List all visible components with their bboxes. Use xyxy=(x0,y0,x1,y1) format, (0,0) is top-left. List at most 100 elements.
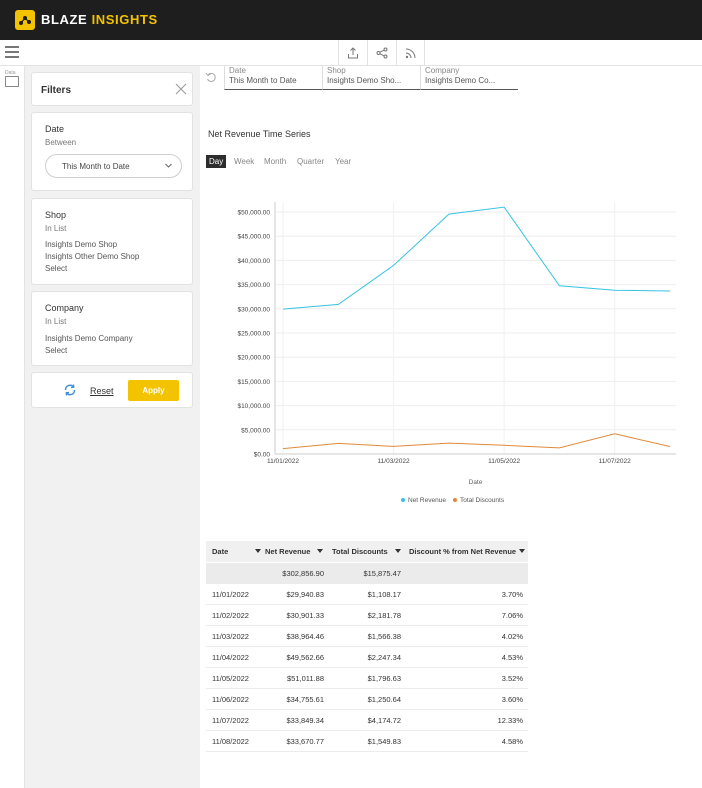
table-row: 11/04/2022 $49,562.66 $2,247.34 4.53% xyxy=(206,647,528,668)
tab-month[interactable]: Month xyxy=(264,155,286,168)
y-tick-label: $30,000.00 xyxy=(237,306,270,313)
table-totals-row: $302,856.90 $15,875.47 xyxy=(206,563,528,584)
column-header[interactable]: Date xyxy=(212,541,228,562)
tab-week[interactable]: Week xyxy=(234,155,254,168)
reset-button[interactable]: Reset xyxy=(90,386,114,396)
toolbar xyxy=(0,40,702,66)
share-button[interactable] xyxy=(367,40,396,66)
y-tick-label: $5,000.00 xyxy=(241,427,270,434)
y-tick-label: $25,000.00 xyxy=(237,331,270,338)
table-cell: 4.53% xyxy=(501,653,523,662)
export-icon xyxy=(348,47,358,59)
param-label: Shop xyxy=(327,66,346,75)
table-cell: 12.33% xyxy=(497,716,523,725)
table-cell: $33,670.77 xyxy=(286,737,324,746)
table-cell: $34,755.61 xyxy=(286,695,324,704)
table-cell: $4,174.72 xyxy=(367,716,401,725)
series-line-total-discounts xyxy=(282,433,671,450)
table-row: 11/08/2022 $33,670.77 $1,549.83 4.58% xyxy=(206,731,528,752)
table-row: 11/06/2022 $34,755.61 $1,250.64 3.60% xyxy=(206,689,528,710)
sort-arrow-icon[interactable] xyxy=(519,549,525,553)
table-cell: 3.52% xyxy=(501,674,523,683)
share-icon xyxy=(376,47,388,59)
legend-marker xyxy=(453,498,457,502)
shop-filter-item[interactable]: Insights Demo Shop xyxy=(45,239,117,251)
company-filter-operator: In List xyxy=(45,317,67,326)
table-cell: 11/06/2022 xyxy=(212,695,249,704)
table-cell: 11/08/2022 xyxy=(212,737,249,746)
table-cell: $49,562.66 xyxy=(286,653,324,662)
shop-filter-operator: In List xyxy=(45,224,67,233)
x-axis-label: Date xyxy=(469,479,483,486)
param-company[interactable]: Company Insights Demo Co... xyxy=(420,66,518,90)
y-tick-label: $10,000.00 xyxy=(237,403,270,410)
close-icon[interactable] xyxy=(175,83,187,95)
top-bar: BLAZE INSIGHTS xyxy=(0,0,702,40)
x-tick-label: 11/01/2022 xyxy=(267,458,299,465)
sort-arrow-icon[interactable] xyxy=(255,549,261,553)
shop-filter-item[interactable]: Insights Other Demo Shop xyxy=(45,251,139,263)
filters-title: Filters xyxy=(41,85,72,96)
total-cell xyxy=(212,563,257,584)
date-range-selected: This Month to Date xyxy=(62,162,130,171)
table-cell: $33,849.34 xyxy=(286,716,324,725)
table-cell: 3.70% xyxy=(501,590,523,599)
menu-icon[interactable] xyxy=(5,46,19,58)
company-filter-card: Company In List Insights Demo Company Se… xyxy=(31,291,193,366)
total-cell: $15,875.47 xyxy=(363,569,401,578)
company-filter-item[interactable]: Insights Demo Company xyxy=(45,333,133,345)
company-filter-title: Company xyxy=(45,303,84,313)
data-folder-icon[interactable] xyxy=(5,76,19,87)
param-date[interactable]: Date This Month to Date xyxy=(224,66,322,90)
sort-arrow-icon[interactable] xyxy=(317,549,323,553)
table-cell: $51,011.88 xyxy=(287,674,324,683)
legend-label: Total Discounts xyxy=(460,497,505,504)
y-tick-label: $15,000.00 xyxy=(237,379,270,386)
table-header-row: Date Net Revenue Total Discounts Discount %… xyxy=(206,541,528,562)
filter-actions: Reset Apply xyxy=(31,372,193,408)
company-filter-select[interactable]: Select xyxy=(45,345,67,357)
filters-panel: Filters Date Between This Month to Date … xyxy=(25,66,200,788)
table-cell: 7.06% xyxy=(501,611,523,620)
table-row: 11/07/2022 $33,849.34 $4,174.72 12.33% xyxy=(206,710,528,731)
shop-filter-select[interactable]: Select xyxy=(45,263,67,275)
tab-day[interactable]: Day xyxy=(206,155,227,168)
column-header[interactable]: Total Discounts xyxy=(332,541,388,562)
refresh-icon[interactable] xyxy=(63,383,77,397)
date-filter-card: Date Between This Month to Date xyxy=(31,112,193,191)
table-cell: 4.58% xyxy=(501,737,523,746)
export-button[interactable] xyxy=(338,40,367,66)
left-rail: Data xyxy=(0,66,25,788)
apply-button[interactable]: Apply xyxy=(128,380,179,401)
y-tick-label: $40,000.00 xyxy=(237,258,270,265)
rss-icon xyxy=(405,48,415,59)
table-cell: $1,250.64 xyxy=(367,695,401,704)
rss-button[interactable] xyxy=(396,40,425,66)
table-row: 11/05/2022 $51,011.88 $1,796.63 3.52% xyxy=(206,668,528,689)
column-header[interactable]: Net Revenue xyxy=(265,541,310,562)
column-header[interactable]: Discount % from Net Revenue xyxy=(409,541,516,562)
table-cell: $1,549.83 xyxy=(367,737,401,746)
date-filter-operator: Between xyxy=(45,138,77,147)
param-label: Company xyxy=(425,66,460,75)
table-cell: $29,940.83 xyxy=(286,590,324,599)
table-cell: $2,181.78 xyxy=(367,611,401,620)
chart-title: Net Revenue Time Series xyxy=(208,129,311,139)
legend-label: Net Revenue xyxy=(408,497,446,504)
table-cell: 11/03/2022 xyxy=(212,632,249,641)
tab-quarter[interactable]: Quarter xyxy=(297,155,324,168)
table-row: 11/02/2022 $30,901.33 $2,181.78 7.06% xyxy=(206,605,528,626)
table-cell: 11/04/2022 xyxy=(212,653,249,662)
x-tick-label: 11/03/2022 xyxy=(378,458,410,465)
shop-filter-title: Shop xyxy=(45,210,67,220)
total-cell xyxy=(408,563,523,584)
param-shop[interactable]: Shop Insights Demo Sho... xyxy=(322,66,420,90)
table-cell: $30,901.33 xyxy=(286,611,324,620)
undo-icon[interactable] xyxy=(205,71,217,83)
param-label: Date xyxy=(229,66,246,75)
date-range-dropdown[interactable]: This Month to Date xyxy=(45,154,182,178)
table-cell: 11/02/2022 xyxy=(212,611,249,620)
total-cell: $302,856.90 xyxy=(282,569,324,578)
sort-arrow-icon[interactable] xyxy=(395,549,401,553)
tab-year[interactable]: Year xyxy=(335,155,351,168)
